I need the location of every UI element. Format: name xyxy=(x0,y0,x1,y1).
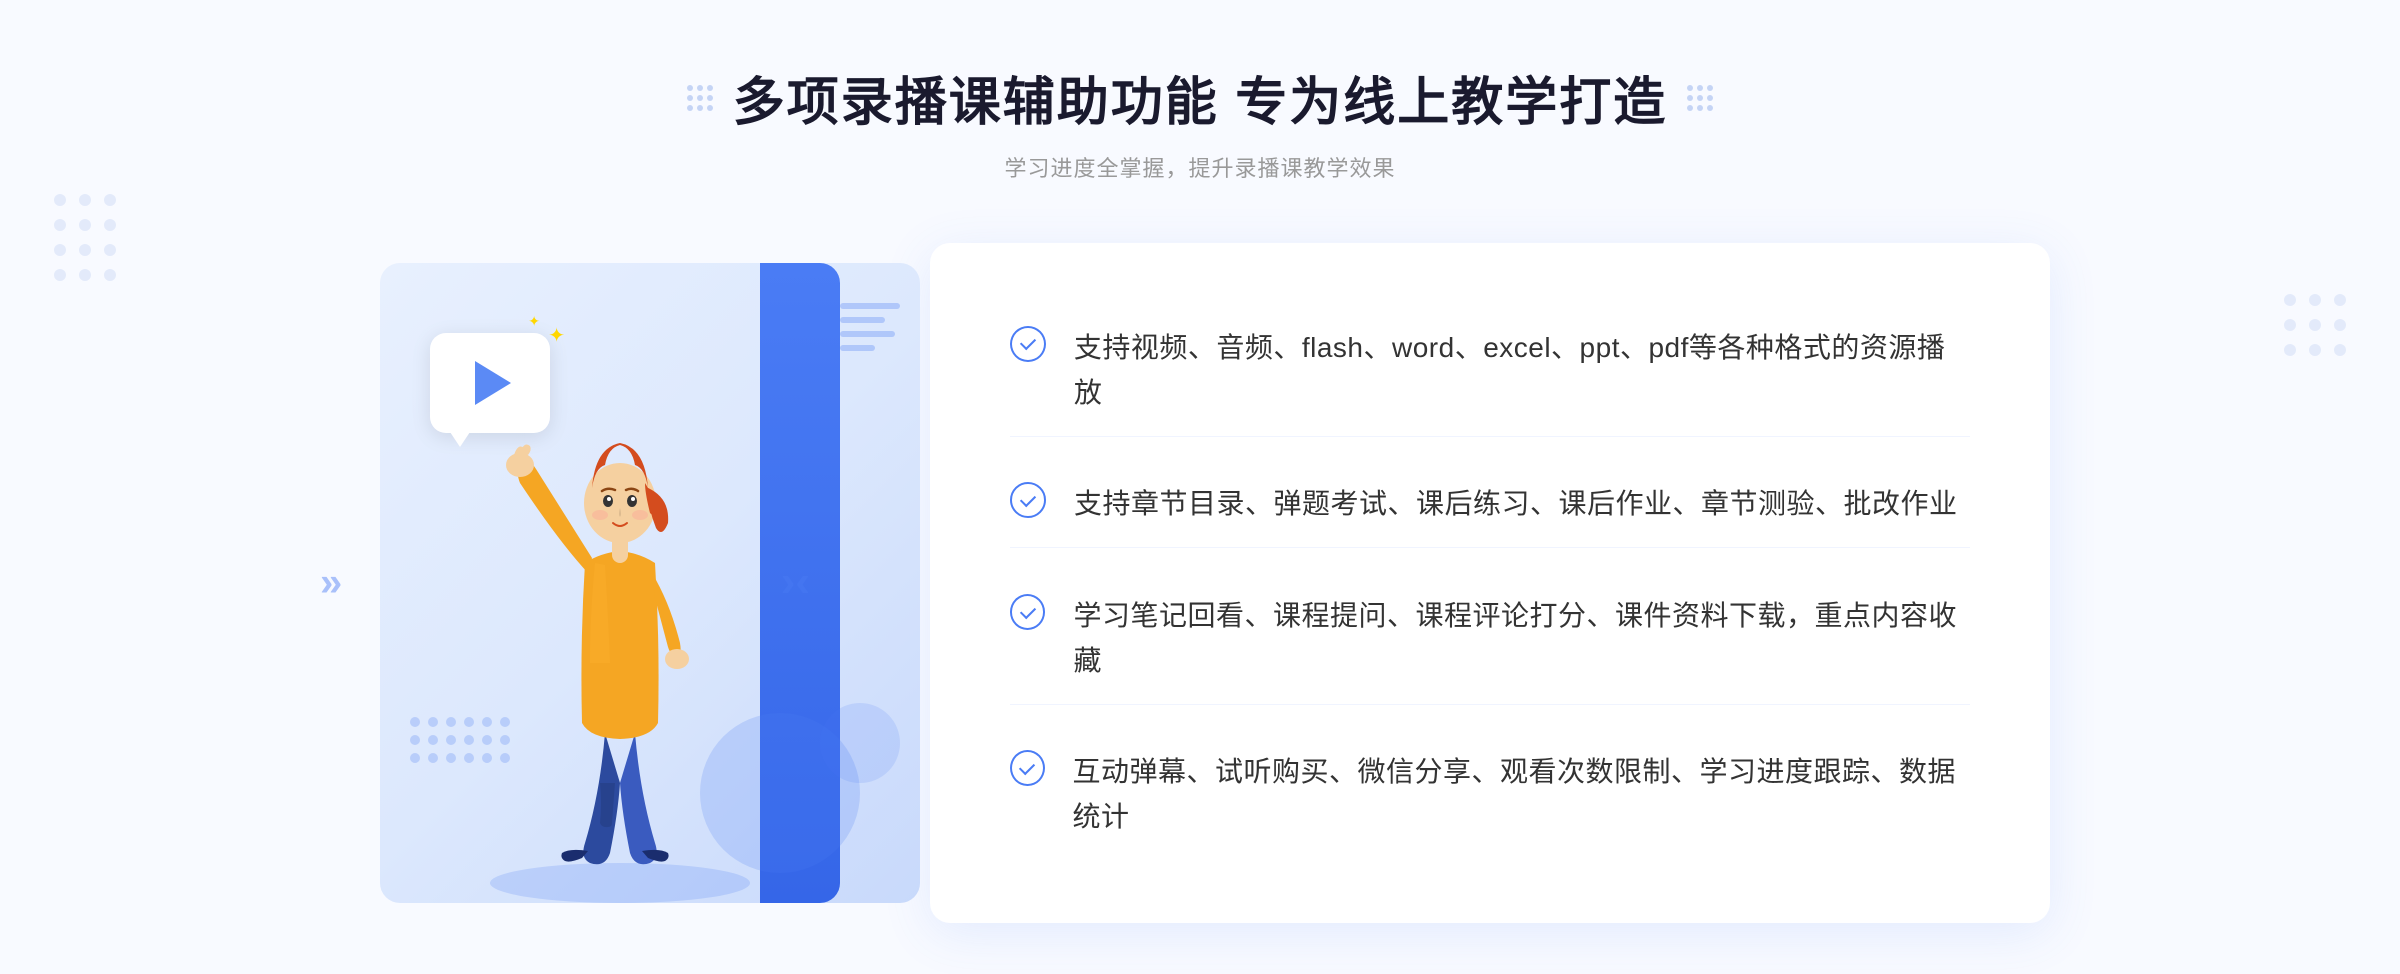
feature-text-3: 学习笔记回看、课程提问、课程评论打分、课件资料下载，重点内容收藏 xyxy=(1073,594,1970,684)
feature-item-4: 互动弹幕、试听购买、微信分享、观看次数限制、学习进度跟踪、数据统计 xyxy=(1010,730,1970,860)
dot xyxy=(687,105,693,111)
feature-text-4: 互动弹幕、试听购买、微信分享、观看次数限制、学习进度跟踪、数据统计 xyxy=(1073,750,1970,840)
right-title-decorator xyxy=(1687,85,1713,111)
page-subtitle: 学习进度全掌握，提升录播课教学效果 xyxy=(687,151,1713,183)
feature-item-3: 学习笔记回看、课程提问、课程评论打分、课件资料下载，重点内容收藏 xyxy=(1010,574,1970,705)
dot-grid-left xyxy=(687,85,713,111)
illustration-background: ›‹ ✦ ✦ xyxy=(380,263,920,903)
person-illustration xyxy=(440,303,800,903)
left-title-decorator xyxy=(687,85,713,111)
dot xyxy=(410,735,420,745)
check-icon-3 xyxy=(1010,594,1045,630)
dot xyxy=(697,85,703,91)
dot xyxy=(697,105,703,111)
dot-grid-right xyxy=(1687,85,1713,111)
dot xyxy=(410,717,420,727)
check-icon-4 xyxy=(1010,750,1045,786)
line-bar xyxy=(840,331,895,337)
lines-decoration xyxy=(840,303,900,351)
dot xyxy=(1697,95,1703,101)
circle-small xyxy=(820,703,900,783)
dot xyxy=(687,95,693,101)
dot xyxy=(428,735,438,745)
check-icon-1 xyxy=(1010,326,1046,362)
dot xyxy=(1707,95,1713,101)
dot xyxy=(1707,105,1713,111)
dot xyxy=(428,753,438,763)
feature-item-2: 支持章节目录、弹题考试、课后练习、课后作业、章节测验、批改作业 xyxy=(1010,462,1970,548)
feature-item-1: 支持视频、音频、flash、word、excel、ppt、pdf等各种格式的资源… xyxy=(1010,306,1970,437)
dot xyxy=(1687,95,1693,101)
line-bar xyxy=(840,317,885,323)
dot xyxy=(1687,105,1693,111)
line-bar xyxy=(840,303,900,309)
line-bar xyxy=(840,345,875,351)
dot xyxy=(1687,85,1693,91)
dot xyxy=(687,85,693,91)
feature-text-1: 支持视频、音频、flash、word、excel、ppt、pdf等各种格式的资源… xyxy=(1074,326,1970,416)
dot xyxy=(707,85,713,91)
feature-text-2: 支持章节目录、弹题考试、课后练习、课后作业、章节测验、批改作业 xyxy=(1074,482,1958,527)
page-title: 多项录播课辅助功能 专为线上教学打造 xyxy=(733,60,1667,135)
page-container: 多项录播课辅助功能 专为线上教学打造 学习进度全掌握，提升录播课教学效果 xyxy=(0,0,2400,974)
dot xyxy=(707,105,713,111)
dot xyxy=(410,753,420,763)
dot xyxy=(707,95,713,101)
left-chevron-icon: » xyxy=(320,561,342,606)
header-section: 多项录播课辅助功能 专为线上教学打造 学习进度全掌握，提升录播课教学效果 xyxy=(687,60,1713,183)
dot xyxy=(428,717,438,727)
illustration-container: ›‹ ✦ ✦ xyxy=(350,243,950,923)
dot xyxy=(1707,85,1713,91)
dot xyxy=(1697,85,1703,91)
features-panel: 支持视频、音频、flash、word、excel、ppt、pdf等各种格式的资源… xyxy=(930,243,2050,923)
dot xyxy=(1697,105,1703,111)
dot xyxy=(697,95,703,101)
check-icon-2 xyxy=(1010,482,1046,518)
title-row: 多项录播课辅助功能 专为线上教学打造 xyxy=(687,60,1713,135)
content-area: ›‹ ✦ ✦ xyxy=(350,243,2050,923)
